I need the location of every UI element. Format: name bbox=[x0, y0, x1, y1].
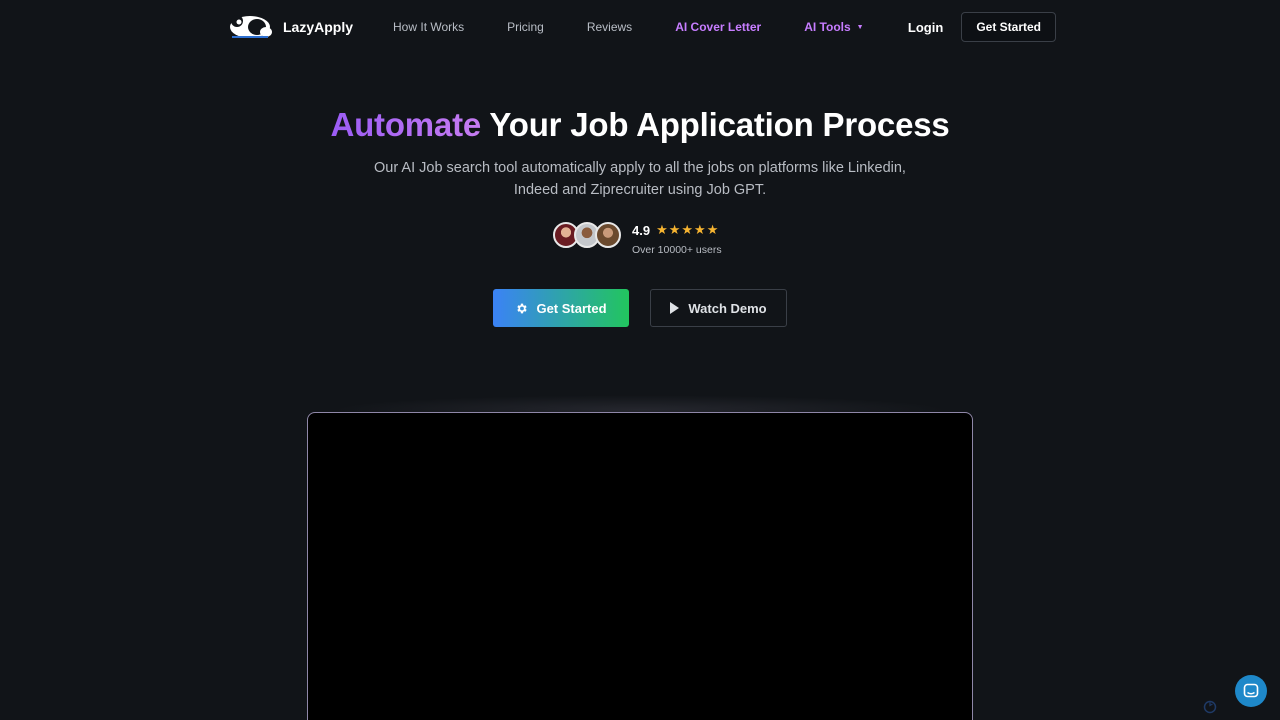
panda-logo-icon bbox=[230, 15, 272, 38]
hero-subtitle: Our AI Job search tool automatically app… bbox=[340, 157, 940, 201]
play-icon bbox=[670, 302, 680, 314]
watch-demo-label: Watch Demo bbox=[688, 300, 767, 316]
chat-icon bbox=[1243, 683, 1259, 698]
chat-launcher-button[interactable] bbox=[1235, 675, 1267, 707]
get-started-label: Get Started bbox=[536, 300, 607, 316]
star-icons: ★★★★★ bbox=[656, 222, 720, 237]
hero-subtitle-line1: Our AI Job search tool automatically app… bbox=[374, 160, 906, 176]
hero-title-rest: Your Job Application Process bbox=[481, 106, 950, 143]
recaptcha-icon bbox=[1203, 700, 1217, 714]
nav-pricing[interactable]: Pricing bbox=[507, 20, 544, 34]
nav-ai-tools-label: AI Tools bbox=[804, 20, 851, 34]
nav-actions: Login Get Started bbox=[908, 12, 1056, 42]
nav-how-it-works[interactable]: How It Works bbox=[393, 20, 464, 34]
hero-cta-row: Get Started Watch Demo bbox=[493, 289, 787, 327]
brand-link[interactable]: LazyApply bbox=[228, 12, 353, 42]
users-count: Over 10000+ users bbox=[632, 244, 722, 256]
hero-title: Automate Your Job Application Process bbox=[0, 106, 1280, 144]
avatar bbox=[595, 222, 621, 248]
get-started-button[interactable]: Get Started bbox=[493, 289, 629, 327]
hero-subtitle-line2: Indeed and Ziprecruiter using Job GPT. bbox=[513, 182, 767, 198]
avatar-group bbox=[553, 222, 621, 248]
nav-links: How It Works Pricing Reviews AI Cover Le… bbox=[393, 20, 864, 34]
caret-down-icon: ▼ bbox=[856, 23, 864, 31]
landing-page: LazyApply How It Works Pricing Reviews A… bbox=[0, 0, 1280, 720]
rating-score: 4.9 bbox=[632, 222, 651, 238]
gear-icon bbox=[517, 303, 528, 313]
nav-get-started-button[interactable]: Get Started bbox=[961, 12, 1056, 42]
top-nav: LazyApply How It Works Pricing Reviews A… bbox=[228, 12, 1056, 42]
hero-title-highlight: Automate bbox=[330, 106, 482, 143]
user-rating: 4.9 ★★★★★ Over 10000+ users bbox=[553, 222, 722, 256]
demo-video-player[interactable] bbox=[307, 412, 973, 720]
rating-line: 4.9 ★★★★★ bbox=[632, 222, 722, 238]
nav-ai-cover-letter[interactable]: AI Cover Letter bbox=[675, 20, 761, 34]
nav-ai-tools-dropdown[interactable]: AI Tools ▼ bbox=[804, 20, 863, 34]
rating-text: 4.9 ★★★★★ Over 10000+ users bbox=[632, 222, 722, 256]
nav-reviews[interactable]: Reviews bbox=[587, 20, 632, 34]
login-link[interactable]: Login bbox=[908, 20, 943, 35]
watch-demo-button[interactable]: Watch Demo bbox=[650, 289, 787, 327]
brand-name: LazyApply bbox=[283, 19, 354, 35]
